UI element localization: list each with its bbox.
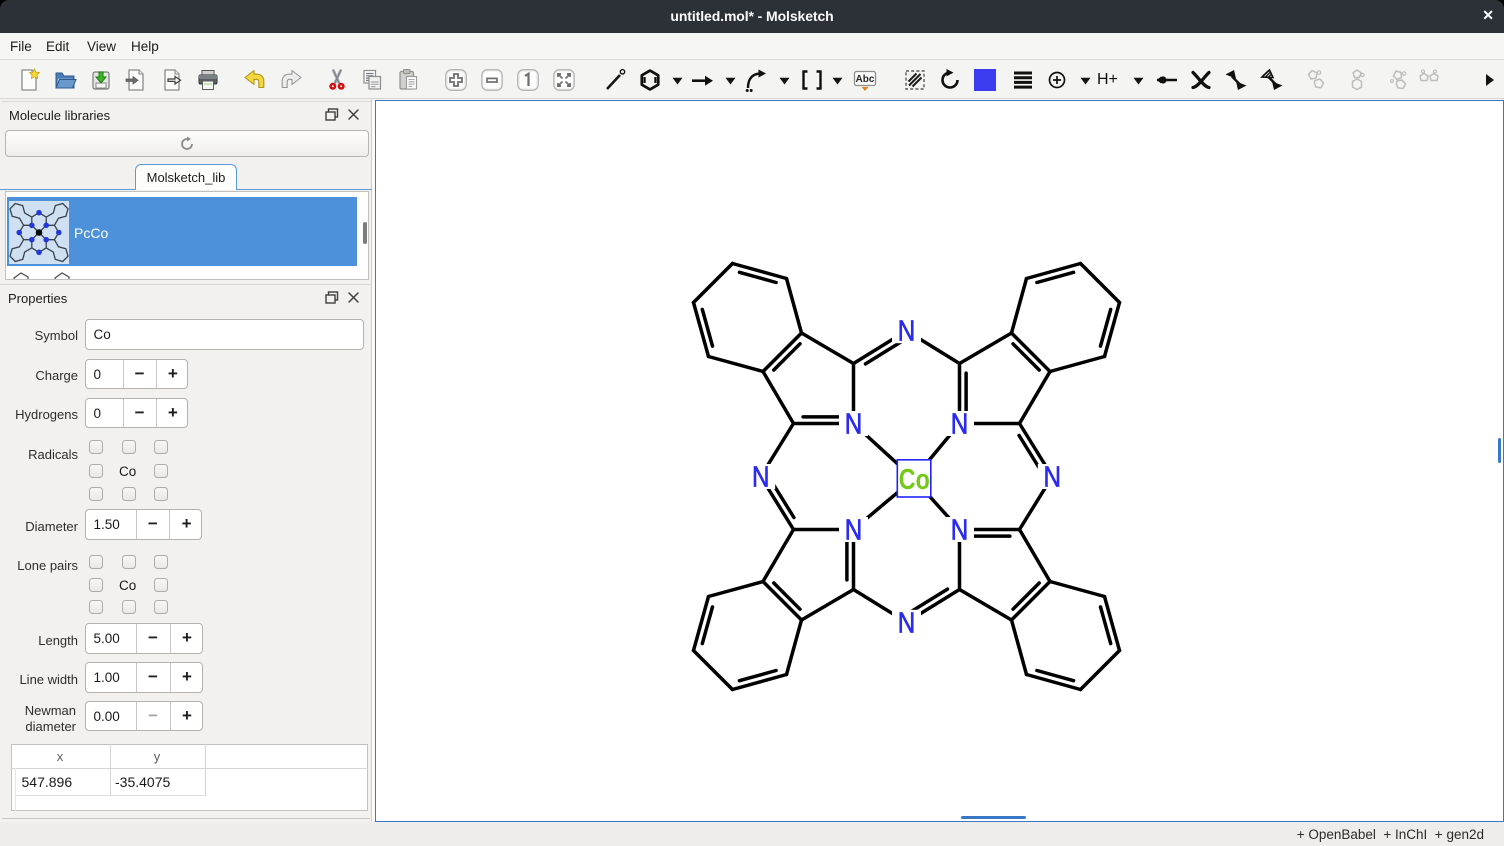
svg-text:N: N	[951, 515, 969, 547]
svg-text:N: N	[845, 409, 863, 441]
svg-text:N: N	[1044, 462, 1062, 494]
svg-text:Co: Co	[899, 464, 930, 496]
svg-text:N: N	[898, 316, 916, 348]
svg-text:N: N	[752, 462, 770, 494]
svg-text:Abc: Abc	[856, 74, 875, 85]
svg-text:N: N	[845, 515, 863, 547]
svg-text:N: N	[951, 409, 969, 441]
svg-text:N: N	[898, 607, 916, 639]
